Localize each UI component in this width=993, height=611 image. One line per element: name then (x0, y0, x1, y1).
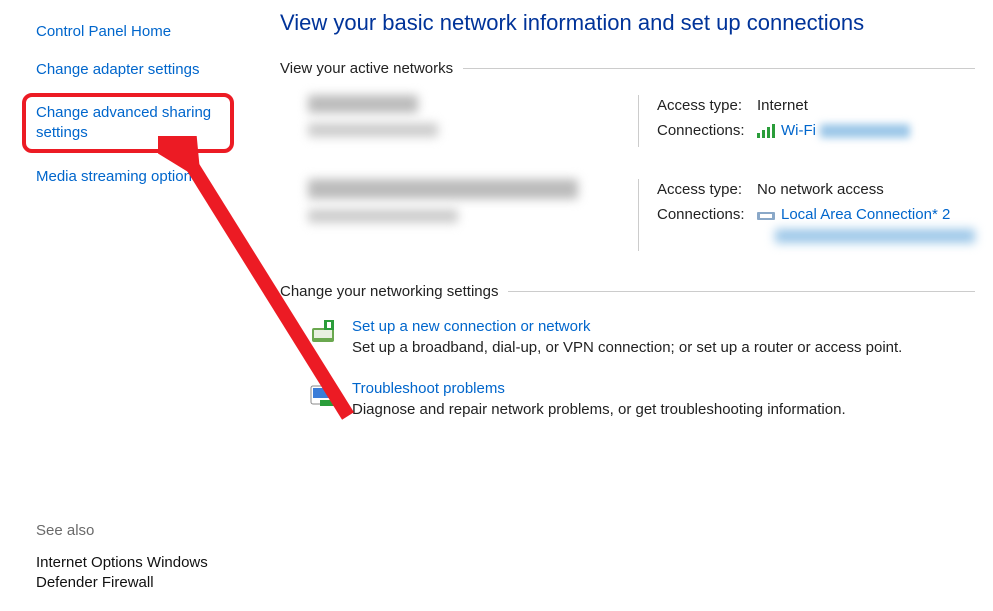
troubleshoot-icon (308, 380, 338, 410)
ethernet-icon (757, 209, 775, 221)
see-also-heading: See also (36, 522, 234, 539)
troubleshoot-desc: Diagnose and repair network problems, or… (352, 401, 846, 418)
redacted-text (308, 123, 438, 137)
network-row: Access type: No network access Connectio… (308, 179, 975, 251)
highlight-callout: Change advanced sharing settings (22, 93, 234, 154)
setup-connection-link[interactable]: Set up a new connection or network (352, 318, 590, 335)
network-row: Access type: Internet Connections: Wi-Fi (308, 95, 975, 147)
active-networks-label: View your active networks (280, 60, 463, 77)
lan-connection-link[interactable]: Local Area Connection* 2 (781, 206, 950, 223)
setup-connection-item: Set up a new connection or network Set u… (280, 318, 975, 356)
setup-connection-desc: Set up a broadband, dial-up, or VPN conn… (352, 339, 902, 356)
wifi-signal-icon (757, 124, 775, 138)
change-adapter-link[interactable]: Change adapter settings (36, 60, 234, 80)
connections-label: Connections: (657, 206, 757, 223)
active-networks-header: View your active networks (280, 60, 975, 77)
divider (508, 291, 975, 292)
control-panel-home-link[interactable]: Control Panel Home (36, 22, 234, 42)
redacted-text (775, 229, 975, 243)
redacted-text (308, 209, 458, 223)
main-content: View your basic network information and … (254, 0, 993, 611)
access-type-value: Internet (757, 97, 808, 114)
divider (638, 95, 639, 147)
troubleshoot-item: Troubleshoot problems Diagnose and repai… (280, 380, 975, 418)
change-settings-label: Change your networking settings (280, 283, 508, 300)
internet-options-link[interactable]: Internet Options (36, 554, 143, 571)
access-type-label: Access type: (657, 97, 757, 114)
wifi-connection-link[interactable]: Wi-Fi (781, 122, 816, 139)
divider (638, 179, 639, 251)
page-title: View your basic network information and … (280, 10, 975, 36)
setup-connection-icon (308, 318, 338, 348)
access-type-value: No network access (757, 181, 884, 198)
access-type-label: Access type: (657, 181, 757, 198)
change-settings-header: Change your networking settings (280, 283, 975, 300)
divider (463, 68, 975, 69)
media-streaming-link[interactable]: Media streaming options (36, 167, 234, 187)
sidebar: Control Panel Home Change adapter settin… (0, 0, 254, 611)
redacted-text (308, 179, 578, 199)
redacted-text (308, 95, 418, 113)
redacted-text (820, 124, 910, 138)
troubleshoot-link[interactable]: Troubleshoot problems (352, 380, 505, 397)
connections-label: Connections: (657, 122, 757, 139)
change-advanced-sharing-link[interactable]: Change advanced sharing settings (36, 103, 220, 144)
